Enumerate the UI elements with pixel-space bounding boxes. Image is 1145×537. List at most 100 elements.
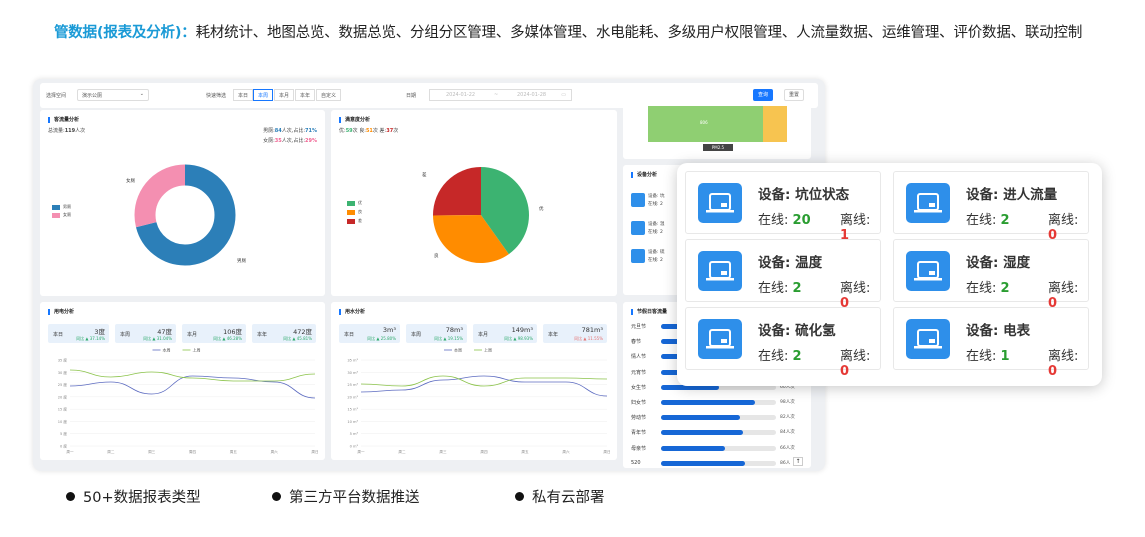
good-label: 优:	[339, 128, 346, 134]
holiday-row-bar	[661, 400, 776, 405]
holiday-row-label: 520	[631, 459, 641, 466]
mini-device-3: 设备: 硫	[648, 250, 665, 255]
legend-bad-swatch	[347, 219, 355, 224]
holiday-row-label: 母亲节	[631, 445, 647, 452]
holiday-row-fill	[661, 430, 743, 436]
device-name: 设备: 电表	[966, 323, 1031, 339]
device-card[interactable]: 设备: 硫化氢 在线: 2 离线: 0	[685, 307, 881, 379]
x-tick-label: 周日	[311, 449, 318, 454]
y-tick-label: 25 度	[58, 382, 68, 387]
reset-button[interactable]: 重置	[784, 89, 804, 101]
online-count: 2	[1000, 213, 1010, 228]
mid-unit: 次	[372, 128, 378, 134]
device-card[interactable]: 设备: 电表 在线: 1 离线: 0	[893, 307, 1089, 379]
device-offline: 离线: 0	[1048, 345, 1088, 379]
bullet-text: 50+数据报表类型	[83, 490, 201, 506]
device-name: 设备: 进人流量	[966, 187, 1058, 203]
male-value: 84	[274, 128, 282, 134]
heading-text: 耗材统计、地图总览、数据总览、分组分区管理、多媒体管理、水电能耗、多级用户权限管…	[195, 25, 1083, 41]
legend-female: 女厕	[63, 212, 71, 217]
y-tick-label: 35 m³	[347, 359, 358, 363]
y-tick-label: 10 m³	[347, 420, 358, 424]
stat-key: 本年	[548, 332, 559, 338]
back-to-top-icon[interactable]: ↑	[793, 457, 803, 466]
query-button[interactable]: 查询	[753, 89, 773, 101]
good-unit: 次	[352, 128, 358, 134]
device-icon	[906, 183, 950, 223]
traffic-donut: 女厕 男厕	[126, 164, 246, 266]
traffic-total: 总流量:119人次	[48, 127, 85, 134]
device-status-card: 设备: 坑位状态 在线: 20 离线: 1 设备: 进人流量 在线: 2 离线:…	[677, 163, 1102, 386]
holiday-row-fill	[661, 460, 745, 466]
device-online: 在线: 2	[966, 209, 1010, 228]
power-title: 用电分析	[48, 309, 74, 315]
stat-key: 本月	[478, 332, 489, 338]
x-tick-label: 周二	[107, 449, 115, 454]
legend-female-swatch	[52, 213, 60, 218]
device-mini-title: 设备分析	[631, 172, 657, 178]
date-separator: ~	[494, 92, 499, 98]
online-count: 1	[1000, 349, 1010, 364]
water-panel: 用水分析 本日 3m³ 同比 ▲ 25.80% 本周 78m³ 同比 ▲ 19.15% …	[331, 302, 617, 460]
power-panel: 用电分析 本日 3度 同比 ▲ 37.14% 本周 47度 同比 ▲ 31.04% 本月…	[40, 302, 325, 460]
y-tick-label: 30 m³	[347, 371, 358, 375]
offline-label: 离线:	[840, 349, 871, 364]
x-tick-label: 周四	[480, 449, 488, 454]
device-offline: 离线: 0	[1048, 209, 1088, 243]
offline-count: 0	[840, 364, 850, 379]
stat-value: 78m³	[445, 326, 463, 334]
pie-label-bad: 差	[422, 171, 427, 178]
traffic-female: 女厕:35人次,占比:29%	[263, 137, 317, 144]
holiday-row-bar	[661, 415, 776, 421]
stat-key: 本周	[120, 332, 131, 338]
date-label: 日期	[406, 93, 417, 99]
quick-month[interactable]: 本月	[274, 89, 295, 101]
scope-label: 选择空间	[46, 93, 67, 99]
device-card[interactable]: 设备: 温度 在线: 2 离线: 0	[685, 239, 881, 311]
air-quality-panel: 806 PM2.5	[623, 103, 811, 159]
holiday-row-value: 84人次	[780, 430, 795, 436]
offline-label: 离线:	[840, 213, 871, 228]
calendar-icon: ▭	[561, 92, 566, 98]
device-card[interactable]: 设备: 湿度 在线: 2 离线: 0	[893, 239, 1089, 311]
x-tick-label: 周三	[148, 449, 156, 454]
quick-week[interactable]: 本周	[253, 89, 274, 101]
offline-label: 离线:	[1048, 213, 1079, 228]
holiday-row-value: 98人次	[780, 400, 795, 405]
quick-today[interactable]: 本日	[233, 89, 254, 101]
offline-label: 离线:	[840, 281, 871, 296]
legend-male: 男厕	[63, 204, 71, 209]
device-offline: 离线: 0	[1048, 277, 1088, 311]
y-tick-label: 25 m³	[347, 383, 358, 387]
water-title: 用水分析	[339, 309, 365, 315]
online-label: 在线:	[758, 281, 789, 296]
date-range-input[interactable]: 2024-01-22 ~ 2024-01-28 ▭	[429, 89, 572, 101]
bullet-reports: 50+数据报表类型	[66, 486, 201, 507]
device-name: 设备: 湿度	[966, 255, 1031, 271]
stat-value: 106度	[223, 328, 242, 336]
holiday-row-value: 66人次	[780, 445, 795, 451]
quick-custom[interactable]: 自定义	[316, 89, 342, 101]
stat-value: 3m³	[382, 326, 396, 334]
scope-value: 演示公厕	[82, 93, 103, 99]
power-stat-year: 本年 472度 同比 ▲ 45.81%	[252, 324, 316, 343]
stat-yoy: 同比 ▲ 11.55%	[574, 336, 603, 341]
total-value: 119	[64, 128, 76, 134]
last-week-line	[69, 369, 316, 382]
quick-label: 快速筛选	[206, 93, 227, 99]
air-bar-yellow	[763, 106, 787, 142]
x-tick-label: 周六	[562, 449, 570, 454]
device-card[interactable]: 设备: 坑位状态 在线: 20 离线: 1	[685, 171, 881, 243]
bullet-dot	[66, 492, 75, 501]
stat-key: 本日	[53, 332, 64, 338]
quick-year[interactable]: 本年	[295, 89, 316, 101]
y-tick-label: 20 度	[58, 394, 68, 399]
x-tick-label: 周四	[189, 449, 197, 454]
stat-key: 本年	[257, 332, 268, 338]
device-name: 设备: 坑位状态	[758, 187, 850, 203]
legend-mid-swatch	[347, 210, 355, 215]
y-tick-label: 35 度	[58, 358, 68, 363]
scope-select[interactable]: 演示公厕 ⌄	[77, 89, 149, 101]
traffic-panel: 客流量分析 总流量:119人次 男厕:84人次,占比:71% 女厕:35人次,占…	[40, 110, 325, 296]
device-card[interactable]: 设备: 进人流量 在线: 2 离线: 0	[893, 171, 1089, 243]
